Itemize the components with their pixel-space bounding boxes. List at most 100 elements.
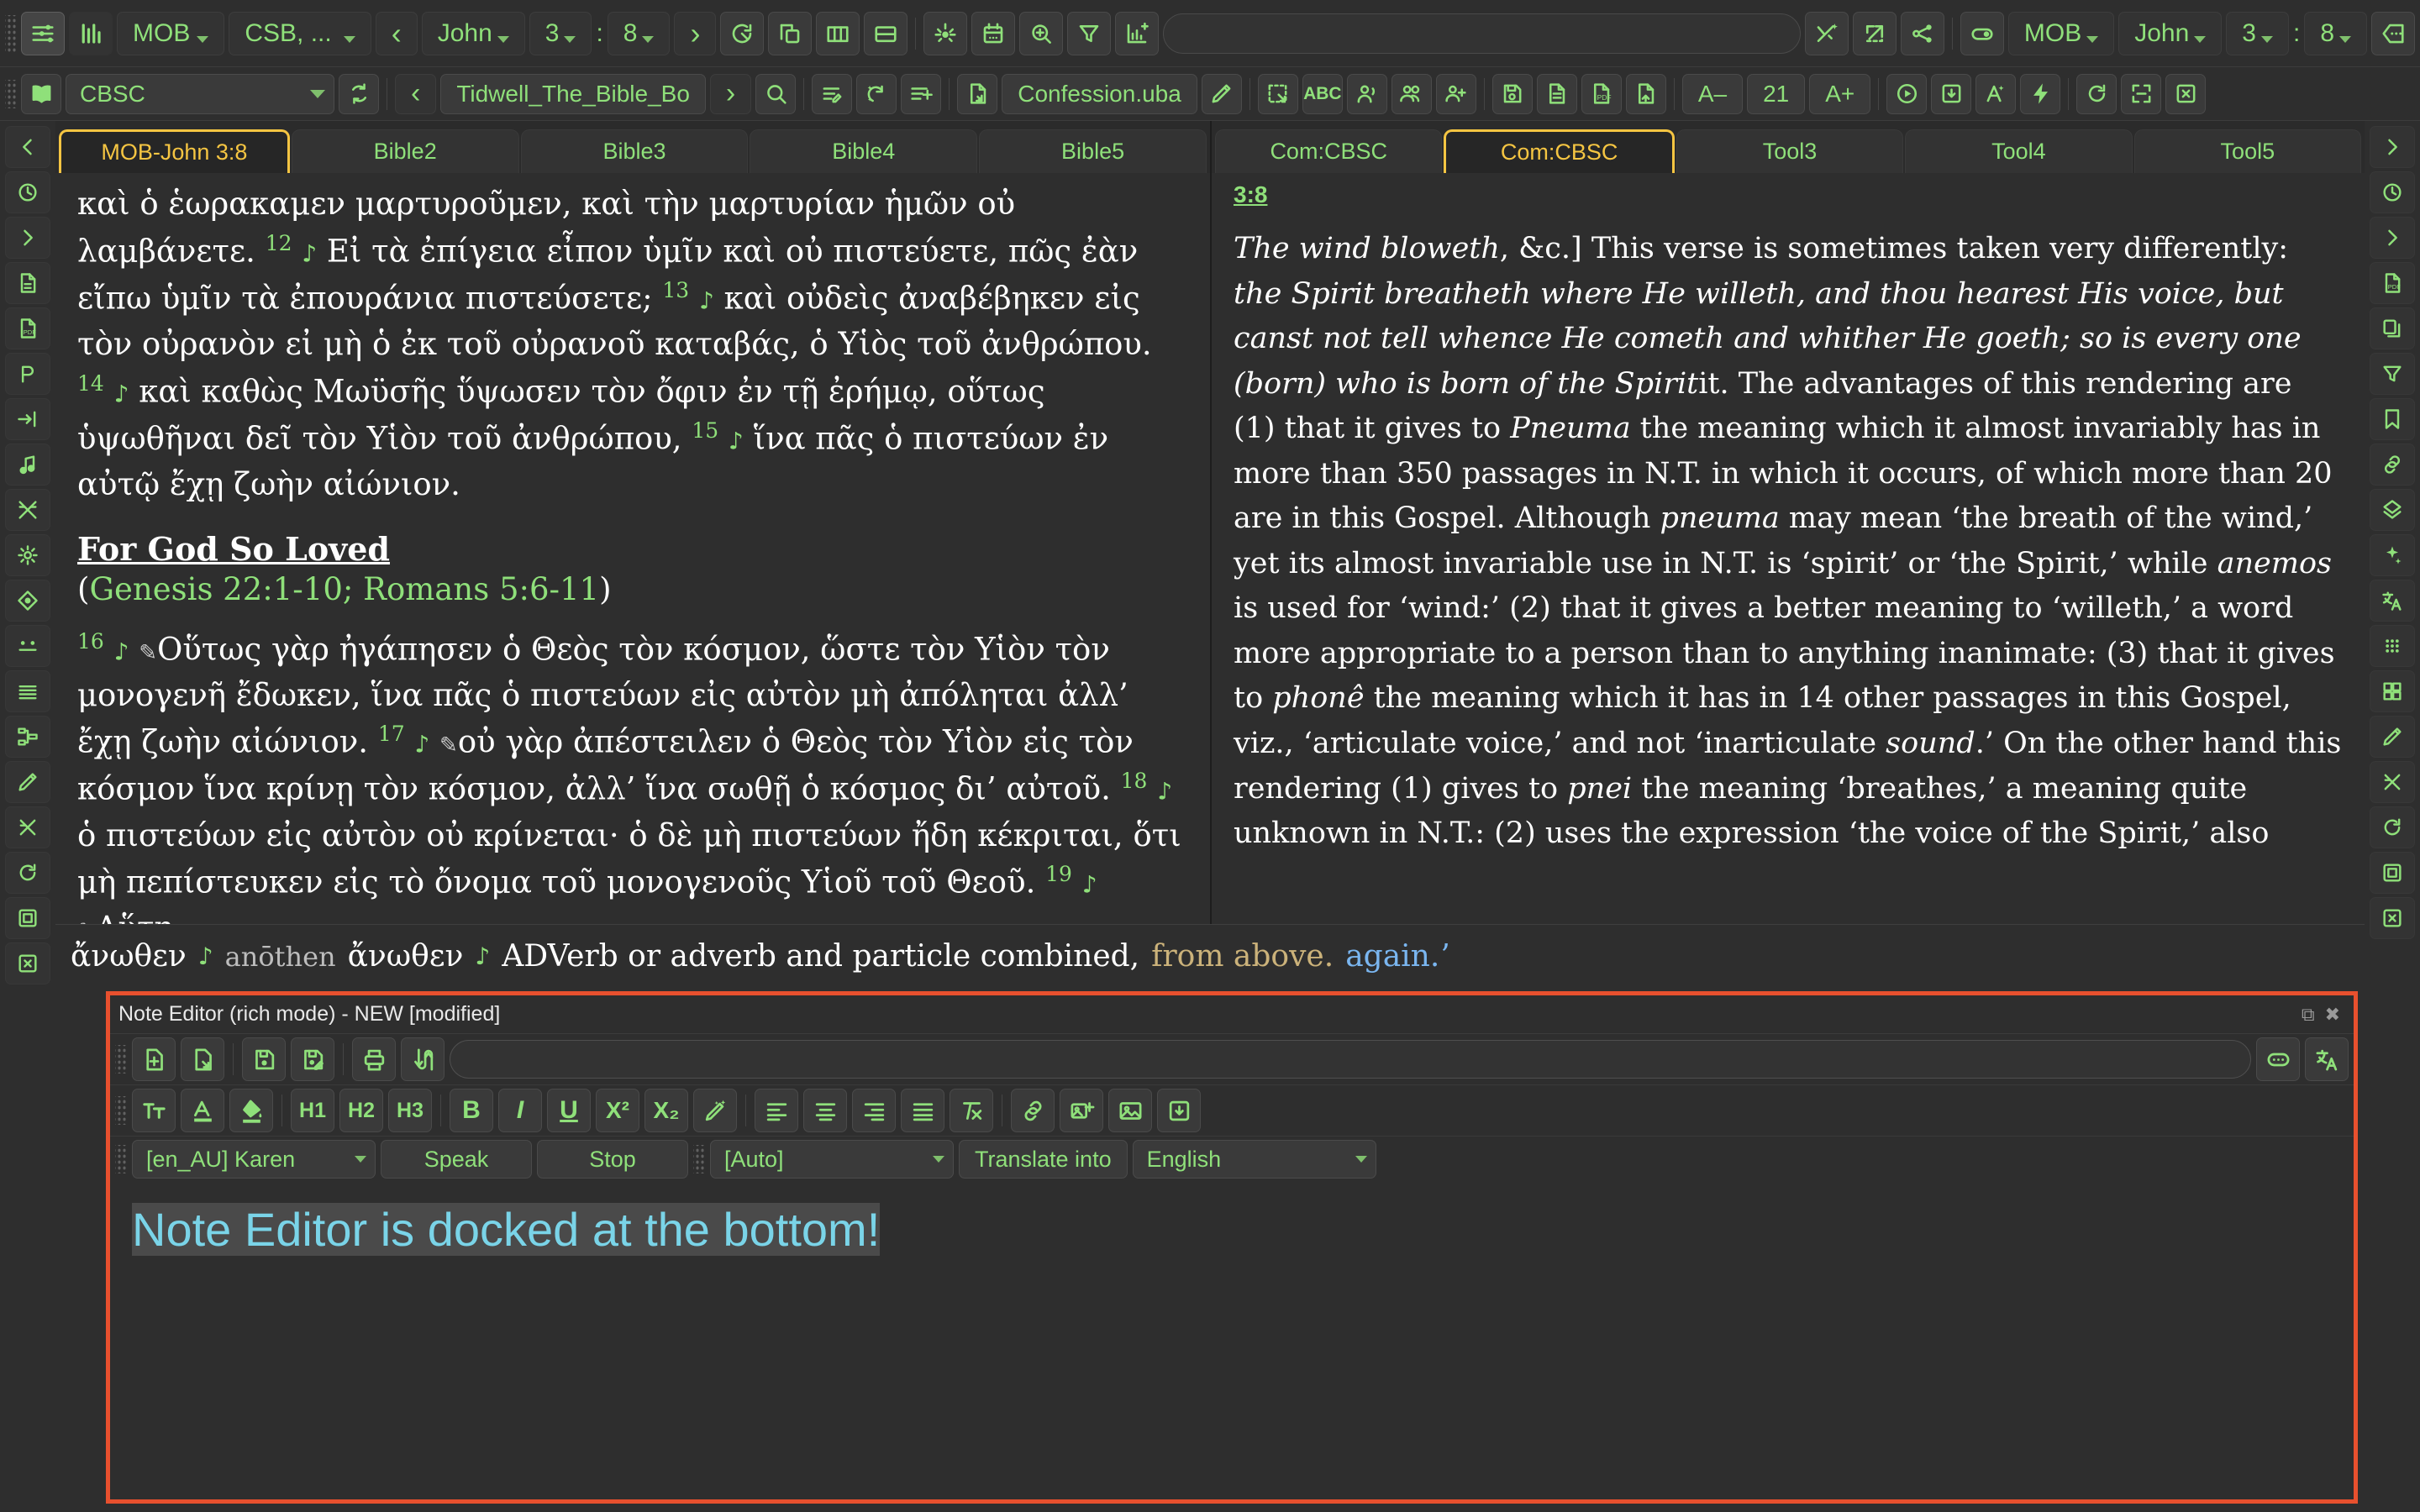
history-icon[interactable] [5,171,50,213]
verse-number[interactable]: 19 [1045,862,1072,886]
italic-button[interactable]: I [498,1089,542,1132]
toolbar-grip[interactable] [5,14,17,52]
zoom-in-icon[interactable] [1019,11,1064,55]
fill-color-icon[interactable] [229,1089,273,1132]
align-center-icon[interactable] [803,1089,847,1132]
right-chapter-button[interactable]: 3 [2226,11,2289,55]
sync-icon[interactable] [401,1037,445,1081]
print-icon[interactable] [352,1037,396,1081]
close-box-icon[interactable] [2370,897,2415,939]
toolbar-grip[interactable] [115,1096,127,1125]
document-icon[interactable] [1536,73,1577,114]
verse-number[interactable]: 12 [266,231,292,255]
superscript-button[interactable]: X² [596,1089,639,1132]
prev-verse-button[interactable]: ‹ [375,11,418,55]
music-note-icon[interactable]: ♪ [729,427,744,454]
add-chart-icon[interactable] [1115,11,1160,55]
lexicon-greek-word[interactable]: ἄνωθεν [71,939,187,974]
reload-icon[interactable] [5,852,50,894]
presentation-icon[interactable] [5,353,50,395]
cross-reference-link[interactable]: Genesis 22:1-10; Romans 5:6-11 [89,571,599,607]
tab-bible3[interactable]: Bible3 [520,129,749,173]
font-a-icon[interactable] [1975,73,2017,114]
save-as-note-icon[interactable] [291,1037,334,1081]
pencil-icon[interactable] [5,761,50,803]
save-as-icon[interactable] [1625,73,1666,114]
next-verse-button[interactable]: › [674,11,717,55]
cross-out-icon[interactable] [5,489,50,531]
stop-button[interactable]: Stop [537,1140,688,1179]
sparkle-icon[interactable] [2370,534,2415,576]
chevron-right-icon[interactable] [2370,217,2415,259]
chevron-right-icon[interactable] [5,217,50,259]
more-icon[interactable] [2256,1037,2300,1081]
layout-settings-icon[interactable] [21,11,65,55]
music-note-icon[interactable]: ♪ [475,942,490,970]
tab-tool3[interactable]: Tool3 [1676,129,1904,173]
heading3-button[interactable]: H3 [388,1089,432,1132]
open-external-icon[interactable] [1852,11,1897,55]
columns-layout-icon[interactable] [816,11,860,55]
target-language-select[interactable]: English [1132,1140,1376,1179]
version-button[interactable]: CSB, ... [229,11,371,55]
filter-icon[interactable] [2370,353,2415,395]
module-button[interactable]: MOB [117,11,225,55]
cross-out-icon[interactable] [5,806,50,848]
reload-icon[interactable] [2076,73,2118,114]
link-icon[interactable] [2370,444,2415,486]
new-note-icon[interactable] [132,1037,176,1081]
indent-icon[interactable] [5,398,50,440]
bold-button[interactable]: B [450,1089,493,1132]
chevron-left-icon[interactable] [5,126,50,168]
source-language-select[interactable]: [Auto] [710,1140,954,1179]
pen-annotation-icon[interactable]: ✎ [139,640,157,665]
fullscreen-icon[interactable] [2121,73,2162,114]
tab-bible2[interactable]: Bible2 [291,129,519,173]
brightness-icon[interactable] [923,11,968,55]
toolbar-grip[interactable] [693,1145,705,1173]
grid-squares-icon[interactable] [2370,670,2415,712]
commentary-select[interactable]: CBSC [66,73,334,114]
voice-select[interactable]: [en_AU] Karen [132,1140,376,1179]
search-icon[interactable] [755,73,797,114]
pencil-icon[interactable] [1201,73,1242,114]
font-decrease-button[interactable]: A– [1681,73,1744,114]
restore-window-icon[interactable]: ⧉ [2296,1004,2320,1026]
bookmark-icon[interactable] [2370,398,2415,440]
add-people-icon[interactable] [1435,73,1476,114]
file-name-button[interactable]: Confession.uba [1002,73,1197,114]
abc-icon[interactable]: ABC [1302,73,1343,114]
next-book-button[interactable]: › [709,73,752,114]
play-icon[interactable] [1886,73,1928,114]
lexicon-bar[interactable]: ἄνωθεν ♪ anōthen ἄνωθεν ♪ ADVerb or adve… [55,924,2365,988]
copy-icon[interactable] [2370,307,2415,349]
cross-out-icon[interactable] [2370,761,2415,803]
translate-into-button[interactable]: Translate into [959,1140,1128,1179]
select-region-icon[interactable] [1257,73,1298,114]
pen-annotation-icon[interactable]: ✎ [439,733,458,759]
right-book-button[interactable]: John [2118,11,2223,55]
magic-wand-icon[interactable] [693,1089,737,1132]
right-module-button[interactable]: MOB [2007,11,2115,55]
music-note-icon[interactable]: ♪ [699,286,714,314]
import-file-icon[interactable] [957,73,998,114]
save-disk-icon[interactable] [1491,73,1533,114]
pencil-icon[interactable] [2370,716,2415,758]
tab-com-cbsc-1[interactable]: Com:CBSC [1215,129,1443,173]
right-verse-button[interactable]: 8 [2304,11,2367,55]
add-image-icon[interactable] [1060,1089,1103,1132]
commentary-verse-anchor[interactable]: 3:8 [1234,181,2343,208]
magic-cross-icon[interactable] [1804,11,1849,55]
heading2-button[interactable]: H2 [339,1089,383,1132]
music-note-icon[interactable]: ♪ [1082,871,1097,899]
music-note-icon[interactable]: ♪ [1157,778,1172,806]
people-icon[interactable] [1391,73,1432,114]
verse-number[interactable]: 14 [77,371,104,396]
font-size-icon[interactable] [132,1089,176,1132]
verse-number[interactable]: 15 [692,418,718,443]
image-icon[interactable] [1108,1089,1152,1132]
edit-list-icon[interactable] [812,73,853,114]
font-increase-button[interactable]: A+ [1809,73,1871,114]
music-note-icon[interactable]: ♪ [114,380,129,407]
lightning-icon[interactable] [2020,73,2061,114]
